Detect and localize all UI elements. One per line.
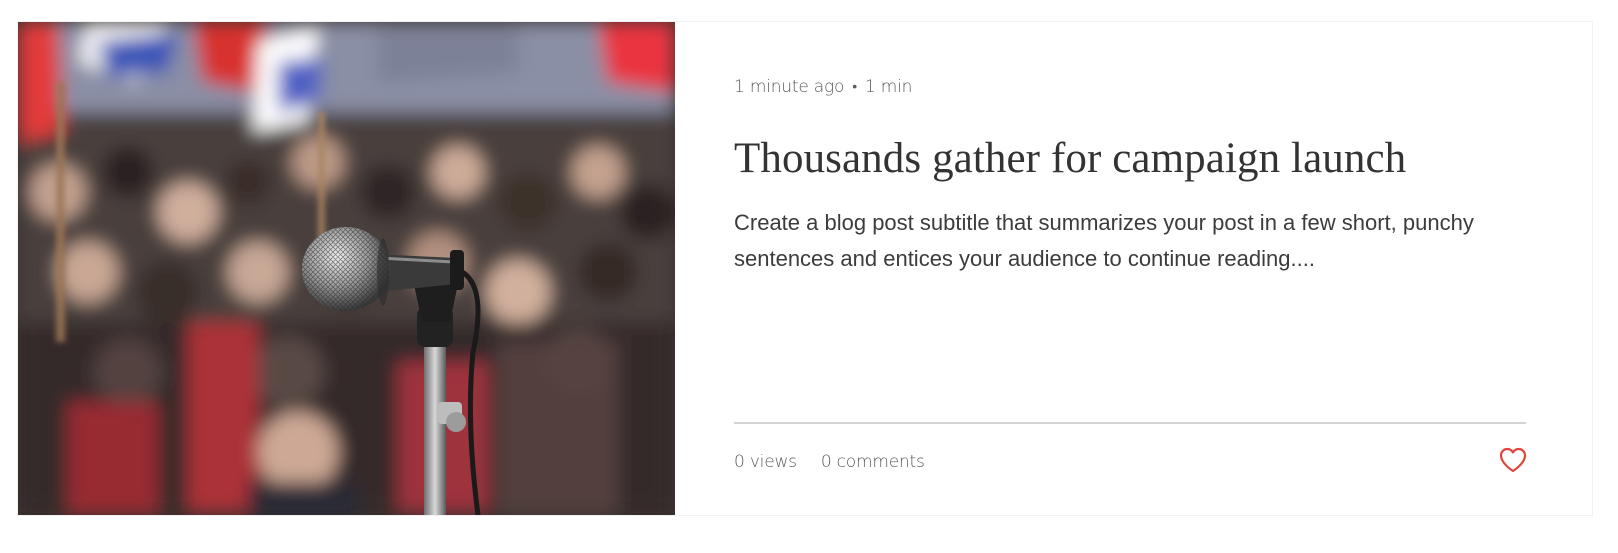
like-button[interactable] xyxy=(1499,447,1527,473)
post-title[interactable]: Thousands gather for campaign launch xyxy=(734,134,1406,183)
views-count: 0 views xyxy=(734,452,797,472)
meta-separator: • xyxy=(852,79,857,95)
post-time-ago: 1 minute ago xyxy=(734,77,845,97)
post-cover-image[interactable] xyxy=(18,22,675,515)
crowd-photo xyxy=(18,22,675,515)
comments-count[interactable]: 0 comments xyxy=(821,452,925,472)
post-read-time: 1 min xyxy=(864,77,913,97)
blog-post-card[interactable]: 1 minute ago • 1 min Thousands gather for … xyxy=(18,22,1592,515)
heart-icon xyxy=(1499,447,1527,473)
post-content: 1 minute ago • 1 min Thousands gather for … xyxy=(734,22,1527,515)
post-stats: 0 views 0 comments xyxy=(734,452,925,472)
post-meta: 1 minute ago • 1 min xyxy=(734,77,912,97)
post-subtitle[interactable]: Create a blog post subtitle that summari… xyxy=(734,205,1534,277)
divider xyxy=(734,422,1526,424)
